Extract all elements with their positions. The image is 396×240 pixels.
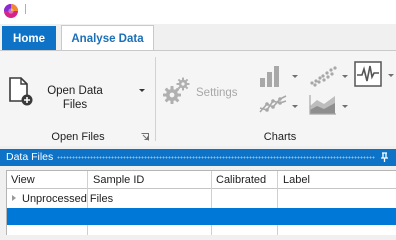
- ribbon-panel: Open Data Files Open Files Settings Char…: [0, 51, 396, 146]
- bar-chart-dropdown-arrow-icon[interactable]: [292, 75, 298, 78]
- column-header-sample-id[interactable]: Sample ID: [89, 171, 144, 189]
- tab-analyse-data[interactable]: Analyse Data: [61, 25, 154, 51]
- scatter-chart-dropdown-arrow-icon[interactable]: [342, 75, 348, 78]
- selected-row[interactable]: [7, 208, 396, 225]
- tab-home[interactable]: Home: [2, 26, 56, 51]
- waveform-chart-button[interactable]: [354, 61, 396, 87]
- open-label-line2: Files: [62, 99, 88, 111]
- settings-gears-icon: [163, 77, 190, 104]
- waveform-chart-dropdown-arrow-icon[interactable]: [388, 74, 394, 77]
- group-row-label: Unprocessed Files: [22, 193, 114, 205]
- charts-group-label: Charts: [263, 131, 297, 143]
- group-separator: [155, 57, 156, 141]
- settings-label: Settings: [196, 87, 238, 99]
- area-chart-icon: [309, 95, 336, 115]
- grid-header: View Sample ID Calibrated Label: [7, 171, 396, 189]
- open-dropdown-arrow-icon[interactable]: [139, 89, 145, 92]
- column-header-view[interactable]: View: [7, 171, 35, 189]
- line-chart-button[interactable]: [256, 92, 300, 118]
- app-logo-icon[interactable]: [3, 3, 19, 19]
- area-chart-dropdown-arrow-icon[interactable]: [342, 105, 348, 108]
- group-row-unprocessed-files[interactable]: Unprocessed Files: [7, 191, 396, 207]
- title-bar: [0, 0, 396, 24]
- data-files-grid: View Sample ID Calibrated Label Unproces…: [6, 170, 396, 235]
- dialog-launcher-icon[interactable]: [141, 133, 149, 141]
- open-files-group-label: Open Files: [51, 131, 105, 143]
- title-separator: [25, 4, 26, 14]
- panel-drag-grip[interactable]: [57, 156, 375, 159]
- open-file-icon: [9, 77, 33, 106]
- open-data-files-label: Open Data Files: [38, 84, 112, 112]
- line-chart-dropdown-arrow-icon[interactable]: [292, 105, 298, 108]
- pin-icon[interactable]: [379, 152, 390, 163]
- expand-arrow-icon[interactable]: [12, 195, 16, 201]
- scatter-chart-button[interactable]: [306, 63, 350, 89]
- waveform-chart-icon: [354, 61, 382, 87]
- line-chart-icon: [259, 95, 287, 113]
- bar-chart-icon: [260, 66, 279, 87]
- settings-button[interactable]: Settings: [158, 71, 240, 111]
- bar-chart-button[interactable]: [256, 63, 300, 89]
- open-label-line1: Open Data: [47, 85, 103, 97]
- open-data-files-button[interactable]: Open Data Files: [2, 55, 152, 125]
- area-chart-button[interactable]: [306, 92, 350, 118]
- data-files-panel-header: Data Files: [0, 149, 396, 166]
- scatter-chart-icon: [310, 66, 337, 87]
- column-header-calibrated[interactable]: Calibrated: [212, 171, 266, 189]
- column-header-label[interactable]: Label: [279, 171, 310, 189]
- ribbon-tab-strip: Home Analyse Data: [0, 24, 396, 51]
- data-files-title: Data Files: [6, 151, 54, 163]
